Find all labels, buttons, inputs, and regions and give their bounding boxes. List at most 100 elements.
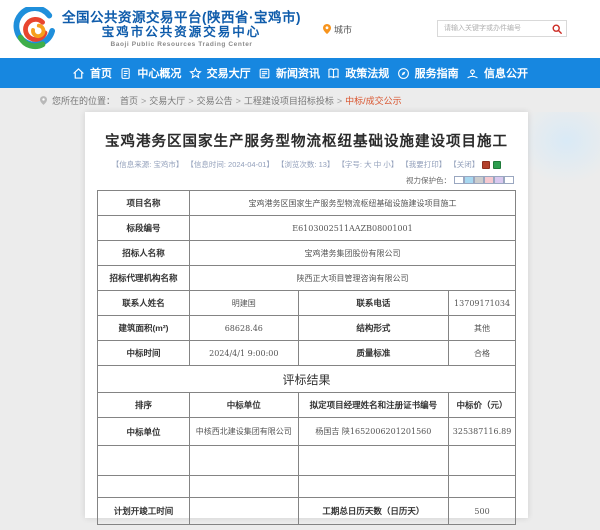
empty-cell: [188, 445, 299, 476]
breadcrumb-announcements[interactable]: 交易公告: [197, 96, 233, 106]
nav-label: 首页: [90, 68, 112, 80]
search-box: [437, 20, 567, 37]
project-name-value: 宝鸡港务区国家生产服务型物流枢纽基础设施建设项目施工: [188, 190, 517, 216]
search-icon: [552, 23, 562, 34]
search-button[interactable]: [552, 23, 562, 34]
eye-color-swatches: [454, 175, 514, 186]
breadcrumb-home[interactable]: 首页: [120, 96, 138, 106]
contact-name-value: 明建国: [188, 290, 299, 316]
meta-source: 【信息来源: 宝鸡市】: [111, 160, 184, 169]
excel-export-icon[interactable]: [493, 160, 502, 169]
contact-phone-label: 联系电话: [297, 290, 450, 316]
result-price: 325387116.89: [448, 417, 516, 446]
meta-close[interactable]: 【关闭】: [449, 159, 479, 170]
nav-item-trading-hall[interactable]: 交易大厅: [188, 65, 251, 81]
plan-dates-value: [188, 497, 299, 525]
agency-label: 招标代理机构名称: [97, 265, 190, 291]
empty-row: [97, 445, 516, 476]
nav-item-service-guide[interactable]: 服务指南: [397, 65, 459, 81]
breadcrumb: 您所在的位置： 首页 > 交易大厅 > 交易公告 > 工程建设项目招标投标 > 中标/成交公示: [0, 88, 600, 112]
structure-type-value: 其他: [448, 315, 516, 341]
table-row: 招标人名称 宝鸡港务集团股份有限公司: [97, 240, 517, 266]
award-time-label: 中标时间: [97, 340, 190, 366]
quality-standard-label: 质量标准: [297, 340, 450, 366]
platform-title: 全国公共资源交易平台(陕西省·宝鸡市): [62, 9, 301, 25]
table-row: 建筑面积(m²) 68628.46 结构形式 其他: [97, 315, 516, 341]
main-nav: 首页 中心概况 交易大厅 新闻资讯 政策法规 服务指南 信息公开: [0, 58, 600, 88]
city-label: 城市: [334, 24, 353, 35]
empty-row: [97, 475, 516, 498]
table-row: 项目名称 宝鸡港务区国家生产服务型物流枢纽基础设施建设项目施工: [97, 190, 517, 216]
hand-share-icon: [467, 68, 478, 78]
contact-phone-value: 13709171034: [448, 290, 516, 316]
contact-name-label: 联系人姓名: [97, 290, 190, 316]
center-title: 宝鸡市公共资源交易中心: [101, 25, 262, 40]
empty-cell: [188, 475, 299, 498]
meta-time: 【信息时间: 2024-04-01】: [186, 160, 274, 169]
eye-color-swatch[interactable]: [484, 175, 494, 184]
word-export-icon[interactable]: [482, 160, 491, 169]
table-section-row: 评标结果: [97, 365, 516, 393]
agency-value: 陕西正大项目管理咨询有限公司: [188, 265, 517, 291]
city-selector[interactable]: 城市: [323, 23, 352, 36]
table-row: 招标代理机构名称 陕西正大项目管理咨询有限公司: [97, 265, 517, 291]
nav-item-overview[interactable]: 中心概况: [119, 65, 181, 81]
quality-standard-value: 合格: [448, 340, 516, 366]
breadcrumb-trading-hall[interactable]: 交易大厅: [149, 96, 185, 106]
result-company: 中核西北建设集团有限公司: [188, 417, 299, 446]
nav-label: 服务指南: [414, 68, 459, 80]
news-icon: [259, 68, 270, 78]
plan-dates-label: 计划开竣工时间: [97, 497, 190, 525]
breadcrumb-project-bidding[interactable]: 工程建设项目招标投标: [244, 96, 334, 106]
tenderee-label: 招标人名称: [97, 240, 190, 266]
eye-color-swatch[interactable]: [474, 175, 484, 184]
breadcrumb-separator: >: [188, 96, 194, 106]
price-header: 中标价（元）: [448, 392, 516, 418]
project-name-label: 项目名称: [97, 190, 190, 216]
star-icon: [188, 66, 202, 79]
empty-cell: [297, 445, 450, 476]
nav-item-news[interactable]: 新闻资讯: [258, 65, 320, 81]
page: 全国公共资源交易平台(陕西省·宝鸡市) 宝鸡市公共资源交易中心 Baoji Pu…: [0, 0, 600, 530]
eye-color-swatch[interactable]: [494, 175, 504, 184]
result-manager: 杨国吉 陕1652006201201560: [297, 417, 450, 446]
table-row: 计划开竣工时间 工期总日历天数（日历天） 500: [97, 497, 516, 525]
nav-label: 中心概况: [137, 68, 182, 80]
search-input[interactable]: [442, 24, 552, 33]
section-no-value: E6103002511AAZB08001001: [188, 215, 517, 241]
empty-cell: [448, 445, 516, 476]
table-row: 标段编号 E6103002511AAZB08001001: [97, 215, 517, 241]
breadcrumb-current: 中标/成交公示: [345, 96, 402, 106]
empty-cell: [297, 475, 450, 498]
article-title: 宝鸡港务区国家生产服务型物流枢纽基础设施建设项目施工: [105, 134, 508, 150]
meta-print[interactable]: 【我要打印】: [401, 159, 446, 170]
nav-label: 政策法规: [345, 68, 390, 80]
article-meta: 【信息来源: 宝鸡市】 【信息时间: 2024-04-01】 【浏览次数: 13…: [97, 159, 516, 170]
breadcrumb-separator: >: [141, 96, 147, 106]
building-area-value: 68628.46: [188, 315, 299, 341]
nav-item-policies[interactable]: 政策法规: [327, 65, 389, 81]
breadcrumb-separator: >: [336, 96, 343, 106]
site-logo[interactable]: [12, 7, 56, 51]
table-row: 中标时间 2024/4/1 9:00:00 质量标准 合格: [97, 340, 516, 366]
nav-item-home[interactable]: 首页: [72, 65, 112, 81]
evaluation-result-title: 评标结果: [97, 365, 516, 393]
result-row: 中标单位 中核西北建设集团有限公司 杨国吉 陕1652006201201560 …: [97, 417, 516, 446]
nav-label: 交易大厅: [206, 68, 251, 80]
manager-header: 拟定项目经理姓名和注册证书编号: [297, 392, 450, 418]
eye-color-swatch[interactable]: [464, 175, 474, 184]
site-titles: 全国公共资源交易平台(陕西省·宝鸡市) 宝鸡市公共资源交易中心 Baoji Pu…: [62, 10, 301, 48]
structure-type-label: 结构形式: [297, 315, 450, 341]
meta-font-size[interactable]: 【字号: 大 中 小】: [337, 159, 398, 170]
breadcrumb-trail: 首页 > 交易大厅 > 交易公告 > 工程建设项目招标投标 > 中标/成交公示: [120, 91, 402, 109]
nav-label: 信息公开: [483, 68, 528, 80]
section-no-label: 标段编号: [97, 215, 190, 241]
eye-color-swatch[interactable]: [454, 175, 464, 184]
center-title-en: Baoji Public Resources Trading Center: [110, 40, 253, 48]
site-header: 全国公共资源交易平台(陕西省·宝鸡市) 宝鸡市公共资源交易中心 Baoji Pu…: [0, 0, 600, 58]
breadcrumb-separator: >: [235, 96, 241, 106]
nav-item-info-disclosure[interactable]: 信息公开: [466, 65, 528, 81]
award-time-value: 2024/4/1 9:00:00: [188, 340, 299, 366]
eye-color-swatch[interactable]: [504, 175, 514, 184]
building-area-label: 建筑面积(m²): [97, 315, 190, 341]
